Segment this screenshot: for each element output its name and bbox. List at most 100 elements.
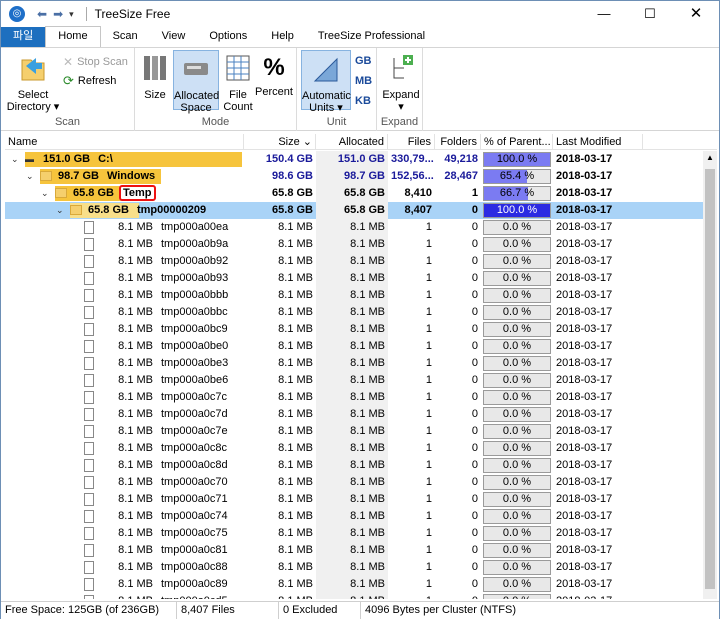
col-folders[interactable]: Folders xyxy=(435,134,481,150)
table-row[interactable]: 8.1 MB tmp000a0be0 8.1 MB 8.1 MB 1 0 0.0 % 2018… xyxy=(5,338,703,355)
select-directory-button[interactable]: Select Directory ▾ xyxy=(5,52,61,113)
table-row[interactable]: 8.1 MB tmp000a0c7d 8.1 MB 8.1 MB 1 0 0.0 % 2018… xyxy=(5,406,703,423)
gb-button[interactable]: GB xyxy=(355,55,372,67)
table-row[interactable]: 8.1 MB tmp000a0be3 8.1 MB 8.1 MB 1 0 0.0 % 2018… xyxy=(5,355,703,372)
tab-options[interactable]: Options xyxy=(197,27,259,47)
folders-cell: 0 xyxy=(471,476,478,488)
customize-dropdown-icon[interactable]: ▾ xyxy=(69,9,74,20)
back-arrow-icon[interactable]: ⬅ xyxy=(37,7,47,21)
tree-row-folder[interactable]: ⌄ 98.7 GB Windows 98.6 GB 98.7 GB 152,56... 28… xyxy=(5,168,703,185)
file-label: File xyxy=(229,89,247,101)
expand-group-label: Expand xyxy=(380,116,419,128)
allocated-cell: 8.1 MB xyxy=(316,219,388,236)
table-row[interactable]: 8.1 MB tmp000a0c75 8.1 MB 8.1 MB 1 0 0.0 % 2018… xyxy=(5,525,703,542)
table-row[interactable]: 8.1 MB tmp000a0c8d 8.1 MB 8.1 MB 1 0 0.0 % 2018… xyxy=(5,457,703,474)
table-row[interactable]: 8.1 MB tmp000a0b93 8.1 MB 8.1 MB 1 0 0.0 % 2018… xyxy=(5,270,703,287)
tab-view[interactable]: View xyxy=(150,27,198,47)
date-cell: 2018-03-17 xyxy=(556,323,613,335)
tree-row-folder[interactable]: ⌄ 65.8 GB tmp00000209 65.8 GB 65.8 GB 8,407 0 1… xyxy=(5,202,703,219)
scroll-up-icon[interactable]: ▲ xyxy=(703,151,717,165)
date-cell: 2018-03-17 xyxy=(556,493,613,505)
allocated-cell: 8.1 MB xyxy=(316,576,388,593)
date-cell: 2018-03-17 xyxy=(556,221,613,233)
table-row[interactable]: 8.1 MB tmp000a0bc9 8.1 MB 8.1 MB 1 0 0.0 % 2018… xyxy=(5,321,703,338)
row-size-label: 8.1 MB xyxy=(111,593,153,599)
tab-scan[interactable]: Scan xyxy=(101,27,150,47)
tree-row-folder[interactable]: ⌄ ▬ 151.0 GB C:\ 150.4 GB 151.0 GB 330,79... 49… xyxy=(5,151,703,168)
col-files[interactable]: Files xyxy=(388,134,435,150)
folders-cell: 0 xyxy=(471,544,478,556)
bars-icon xyxy=(144,56,166,80)
percent-label: 0.0 % xyxy=(502,459,532,471)
table-row[interactable]: 8.1 MB tmp000a0b92 8.1 MB 8.1 MB 1 0 0.0 % 2018… xyxy=(5,253,703,270)
percent-label: 0.0 % xyxy=(502,340,532,352)
percent-cell: 0.0 % xyxy=(481,287,553,304)
unit-group-label: Unit xyxy=(326,116,347,128)
stop-scan-button[interactable]: ✕ Stop Scan xyxy=(63,55,128,69)
files-cell: 1 xyxy=(425,391,432,403)
row-size-label: 8.1 MB xyxy=(118,442,153,454)
tab-home[interactable]: Home xyxy=(45,26,101,47)
date-cell: 2018-03-17 xyxy=(556,255,613,267)
table-row[interactable]: 8.1 MBtmp000a0cd58.1 MB8.1 MB100.0 %2018… xyxy=(5,593,703,599)
col-allocated[interactable]: Allocated xyxy=(316,134,388,150)
tab-help[interactable]: Help xyxy=(259,27,306,47)
expand-button[interactable]: Expand ▾ xyxy=(381,52,421,113)
table-row[interactable]: 8.1 MB tmp000a0bbc 8.1 MB 8.1 MB 1 0 0.0 % 2018… xyxy=(5,304,703,321)
automatic-units-button[interactable]: Automatic Units ▾ xyxy=(301,50,351,114)
table-row[interactable]: 8.1 MB tmp000a0c74 8.1 MB 8.1 MB 1 0 0.0 % 2018… xyxy=(5,508,703,525)
table-row[interactable]: 8.1 MB tmp000a0c89 8.1 MB 8.1 MB 1 0 0.0 % 2018… xyxy=(5,576,703,593)
maximize-button[interactable]: ☐ xyxy=(627,1,673,27)
file-count-button[interactable]: File Count xyxy=(221,52,255,113)
percent-cell: 0.0 % xyxy=(481,304,553,321)
col-name[interactable]: Name xyxy=(5,134,244,150)
vertical-scrollbar[interactable]: ▲ xyxy=(703,151,717,599)
refresh-button[interactable]: ⟳ Refresh xyxy=(63,73,116,89)
percent-label: 0.0 % xyxy=(502,272,532,284)
table-row[interactable]: 8.1 MB tmp000a0c71 8.1 MB 8.1 MB 1 0 0.0 % 2018… xyxy=(5,491,703,508)
expand-toggle-icon[interactable]: ⌄ xyxy=(41,185,51,202)
expand-toggle-icon[interactable]: ⌄ xyxy=(26,168,36,185)
table-row[interactable]: 8.1 MB tmp000a0c7e 8.1 MB 8.1 MB 1 0 0.0 % 2018… xyxy=(5,423,703,440)
col-last-modified[interactable]: Last Modified xyxy=(553,134,643,150)
allocated-space-button[interactable]: Allocated Space xyxy=(173,50,219,114)
name-cell: 8.1 MB tmp000a0c75 xyxy=(5,525,244,542)
row-name: tmp000a0c7e xyxy=(161,425,228,437)
scroll-thumb[interactable] xyxy=(705,169,715,589)
date-cell: 2018-03-17 xyxy=(556,187,613,199)
close-button[interactable]: ✕ xyxy=(673,1,719,27)
percent-button[interactable]: % Percent xyxy=(255,52,293,98)
row-name: tmp000a0c89 xyxy=(161,578,228,590)
tab-file[interactable]: 파일 xyxy=(1,27,46,47)
allocated-cell: 8.1 MB xyxy=(316,542,388,559)
table-row[interactable]: 8.1 MB tmp000a0c7c 8.1 MB 8.1 MB 1 0 0.0 % 2018… xyxy=(5,389,703,406)
col-size[interactable]: Size ⌄ xyxy=(244,134,316,150)
table-row[interactable]: 8.1 MB tmp000a0c88 8.1 MB 8.1 MB 1 0 0.0 % 2018… xyxy=(5,559,703,576)
row-size-label: 8.1 MB xyxy=(118,493,153,505)
forward-arrow-icon[interactable]: ➡ xyxy=(53,7,63,21)
table-row[interactable]: 8.1 MB tmp000a0bbb 8.1 MB 8.1 MB 1 0 0.0 % 2018… xyxy=(5,287,703,304)
expand-toggle-icon[interactable]: ⌄ xyxy=(56,202,66,219)
table-row[interactable]: 8.1 MB tmp000a0c8c 8.1 MB 8.1 MB 1 0 0.0 % 2018… xyxy=(5,440,703,457)
minimize-button[interactable]: — xyxy=(581,1,627,27)
percent-label: 0.0 % xyxy=(502,510,532,522)
table-row[interactable]: 8.1 MB tmp000a0b9a 8.1 MB 8.1 MB 1 0 0.0 % 2018… xyxy=(5,236,703,253)
tree-row-folder[interactable]: ⌄ 65.8 GB Temp 65.8 GB 65.8 GB 8,410 1 66.7 % 20… xyxy=(5,185,703,202)
mb-button[interactable]: MB xyxy=(355,75,372,87)
table-row[interactable]: 8.1 MB tmp000a0c81 8.1 MB 8.1 MB 1 0 0.0 % 2018… xyxy=(5,542,703,559)
folders-cell: 0 xyxy=(471,255,478,267)
files-cell: 1 xyxy=(425,408,432,420)
table-row[interactable]: 8.1 MB tmp000a0c70 8.1 MB 8.1 MB 1 0 0.0 % 2018… xyxy=(5,474,703,491)
tab-treesize-professional[interactable]: TreeSize Professional xyxy=(306,27,437,47)
percent-cell: 0.0 % xyxy=(481,406,553,423)
percent-label: 0.0 % xyxy=(502,391,532,403)
row-size-label: 8.1 MB xyxy=(118,306,153,318)
kb-button[interactable]: KB xyxy=(355,95,371,107)
size-mode-button[interactable]: Size xyxy=(139,52,171,101)
expand-toggle-icon[interactable]: ⌄ xyxy=(11,151,21,168)
size-cell: 8.1 MB xyxy=(278,527,313,539)
table-row[interactable]: 8.1 MB tmp000a0be6 8.1 MB 8.1 MB 1 0 0.0 % 2018… xyxy=(5,372,703,389)
table-row[interactable]: 8.1 MB tmp000a00ea 8.1 MB 8.1 MB 1 0 0.0 % 2018… xyxy=(5,219,703,236)
percent-label: 0.0 % xyxy=(502,544,532,556)
col-percent[interactable]: % of Parent... xyxy=(481,134,553,150)
